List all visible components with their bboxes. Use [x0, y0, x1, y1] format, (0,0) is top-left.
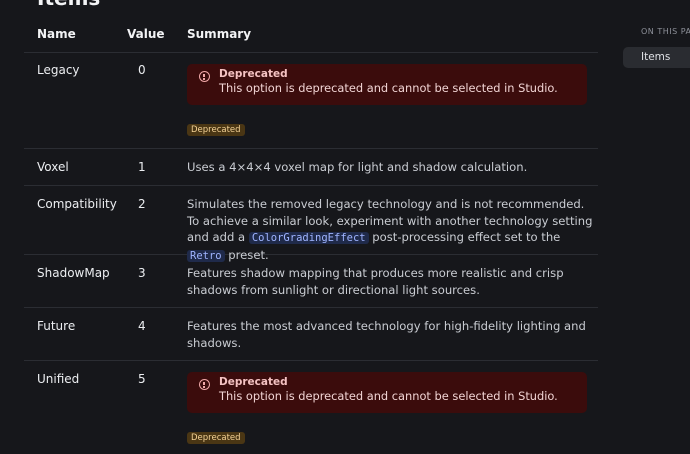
table-header: Name Value Summary	[24, 16, 598, 53]
warning-icon	[199, 71, 210, 82]
callout-body: This option is deprecated and cannot be …	[219, 389, 558, 403]
table-row: Compatibility 2 Simulates the removed le…	[24, 186, 598, 262]
row-value: 4	[138, 319, 146, 333]
section-heading: Items	[37, 0, 100, 10]
header-name: Name	[37, 27, 76, 41]
row-summary: Features shadow mapping that produces mo…	[187, 266, 564, 297]
items-table: Name Value Summary Legacy 0 Deprecated T…	[24, 16, 598, 454]
summary-text: post-processing effect set to the	[372, 230, 561, 244]
callout-title: Deprecated	[219, 376, 288, 388]
deprecated-callout: Deprecated This option is deprecated and…	[187, 64, 587, 105]
warning-icon	[199, 379, 210, 390]
deprecated-badge: Deprecated	[187, 432, 245, 444]
row-value: 0	[138, 63, 146, 77]
row-name: Voxel	[37, 160, 69, 174]
deprecated-callout: Deprecated This option is deprecated and…	[187, 372, 587, 413]
row-value: 3	[138, 266, 146, 280]
header-value: Value	[127, 27, 165, 41]
row-value: 5	[138, 372, 146, 386]
row-name: ShadowMap	[37, 266, 110, 280]
row-value: 1	[138, 160, 146, 174]
deprecated-badge: Deprecated	[187, 124, 245, 136]
table-row: ShadowMap 3 Features shadow mapping that…	[24, 255, 598, 308]
table-row: Legacy 0 Deprecated This option is depre…	[24, 53, 598, 149]
code-colorgradingeffect[interactable]: ColorGradingEffect	[248, 232, 369, 244]
row-value: 2	[138, 197, 146, 211]
row-summary: Uses a 4×4×4 voxel map for light and sha…	[187, 160, 528, 174]
table-row: Voxel 1 Uses a 4×4×4 voxel map for light…	[24, 149, 598, 186]
toc-label: ON THIS PAGE	[641, 27, 690, 36]
callout-body: This option is deprecated and cannot be …	[219, 81, 558, 95]
table-row: Unified 5 Deprecated This option is depr…	[24, 361, 598, 454]
row-name: Unified	[37, 372, 80, 386]
toc-item-label: Items	[641, 51, 671, 63]
row-name: Legacy	[37, 63, 80, 77]
row-name: Compatibility	[37, 197, 117, 211]
row-summary: Simulates the removed legacy technology …	[187, 196, 599, 264]
row-name: Future	[37, 319, 76, 333]
callout-title: Deprecated	[219, 68, 288, 80]
table-row: Future 4 Features the most advanced tech…	[24, 308, 598, 361]
toc-item-items[interactable]: Items	[623, 47, 690, 68]
row-summary: Features the most advanced technology fo…	[187, 319, 586, 350]
header-summary: Summary	[187, 27, 252, 41]
